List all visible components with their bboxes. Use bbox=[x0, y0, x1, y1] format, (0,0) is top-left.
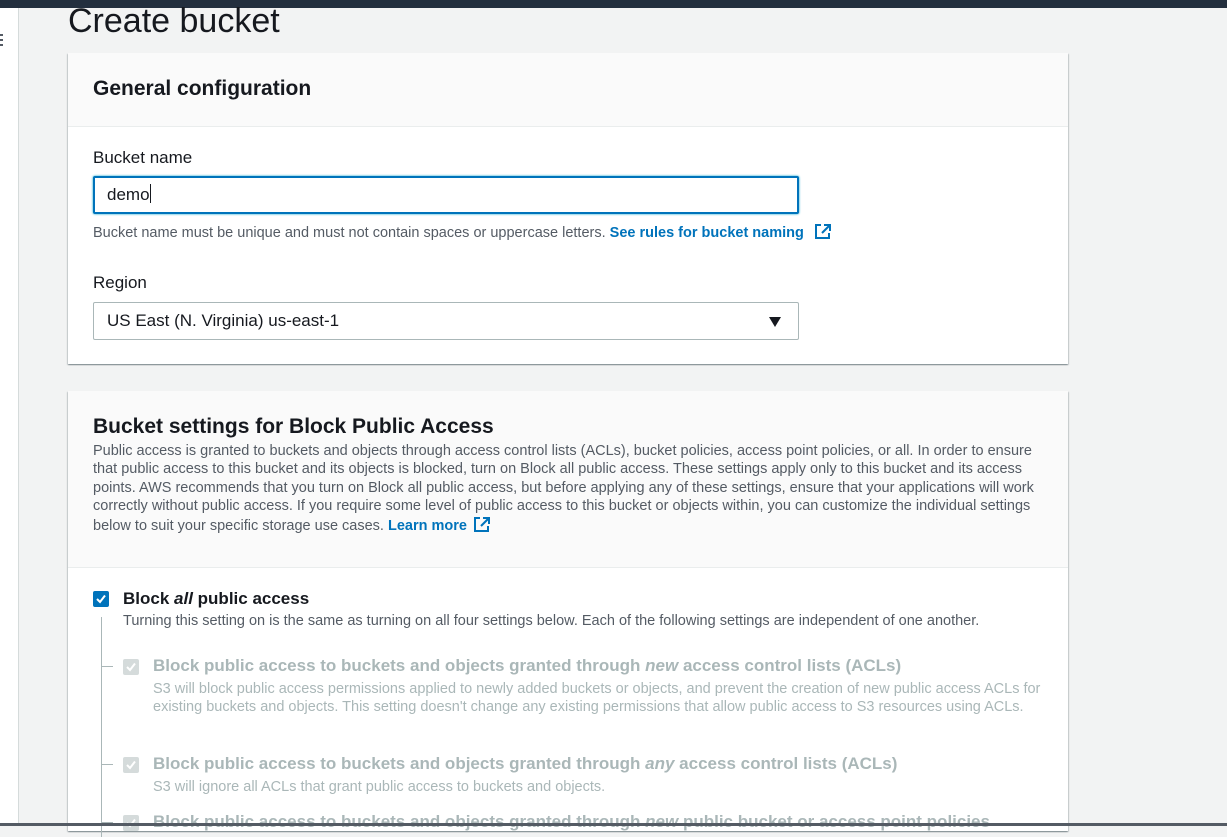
option-label-prefix: Block public access to buckets and objec… bbox=[153, 656, 646, 675]
option-label-prefix: Block public access to buckets and objec… bbox=[153, 812, 646, 831]
block-all-public-access-checkbox[interactable] bbox=[93, 591, 109, 607]
option-label-suffix: access control lists (ACLs) bbox=[674, 754, 898, 773]
block-public-access-description-text: Public access is granted to buckets and … bbox=[93, 443, 1034, 534]
caret-down-icon bbox=[769, 317, 781, 327]
hamburger-menu-icon[interactable] bbox=[0, 34, 5, 50]
tree-branch bbox=[101, 764, 113, 765]
text-cursor bbox=[149, 184, 151, 203]
region-selected-value: US East (N. Virginia) us-east-1 bbox=[107, 311, 340, 330]
block-public-access-header: Bucket settings for Block Public Access … bbox=[68, 391, 1068, 568]
block-new-acls-label[interactable]: Block public access to buckets and objec… bbox=[153, 655, 901, 677]
option-label-emphasis: new bbox=[645, 812, 679, 831]
bucket-name-input[interactable]: demo bbox=[93, 176, 799, 214]
tree-branch bbox=[101, 666, 113, 667]
block-any-acls-label[interactable]: Block public access to buckets and objec… bbox=[153, 753, 897, 775]
block-all-public-access-label[interactable]: Block all public access bbox=[123, 588, 309, 610]
block-all-label-prefix: Block bbox=[123, 589, 175, 608]
side-navigation-rail bbox=[0, 8, 19, 826]
block-any-acls-description: S3 will ignore all ACLs that grant publi… bbox=[153, 779, 606, 795]
external-link-icon[interactable] bbox=[473, 516, 491, 533]
option-label-suffix: public bucket or access point policies bbox=[678, 812, 990, 831]
external-link-icon[interactable] bbox=[814, 223, 832, 240]
checkmark-icon bbox=[126, 662, 136, 672]
option-label-emphasis: any bbox=[645, 754, 675, 773]
bucket-naming-rules-link[interactable]: See rules for bucket naming bbox=[610, 225, 804, 241]
region-select[interactable]: US East (N. Virginia) us-east-1 bbox=[93, 302, 799, 340]
settings-tree-line bbox=[101, 617, 102, 837]
general-configuration-header: General configuration bbox=[68, 53, 1068, 127]
region-label: Region bbox=[93, 273, 147, 292]
bucket-name-help-text: Bucket name must be unique and must not … bbox=[93, 225, 606, 241]
checkmark-icon bbox=[96, 594, 106, 604]
checkmark-icon bbox=[126, 760, 136, 770]
bucket-name-value: demo bbox=[107, 185, 150, 204]
block-all-public-access-description: Turning this setting on is the same as t… bbox=[123, 613, 980, 629]
option-label-prefix: Block public access to buckets and objec… bbox=[153, 754, 646, 773]
block-public-access-panel: Bucket settings for Block Public Access … bbox=[68, 391, 1068, 837]
bucket-name-label: Bucket name bbox=[93, 148, 193, 167]
block-new-policies-label[interactable]: Block public access to buckets and objec… bbox=[153, 811, 990, 833]
block-any-acls-checkbox[interactable] bbox=[123, 757, 139, 773]
learn-more-link[interactable]: Learn more bbox=[388, 518, 467, 534]
block-all-label-suffix: public access bbox=[192, 589, 310, 608]
block-all-label-emphasis: all bbox=[174, 589, 193, 608]
block-public-access-description: Public access is granted to buckets and … bbox=[93, 442, 1053, 535]
general-configuration-heading: General configuration bbox=[93, 77, 312, 100]
general-configuration-panel: General configuration Bucket name demo B… bbox=[68, 53, 1068, 364]
bucket-name-help: Bucket name must be unique and must not … bbox=[93, 223, 832, 242]
option-label-emphasis: new bbox=[645, 656, 679, 675]
page-title: Create bucket bbox=[68, 2, 280, 40]
option-label-suffix: access control lists (ACLs) bbox=[678, 656, 902, 675]
block-new-acls-checkbox[interactable] bbox=[123, 659, 139, 675]
block-new-acls-description: S3 will block public access permissions … bbox=[153, 681, 1041, 716]
block-public-access-heading: Bucket settings for Block Public Access bbox=[93, 415, 494, 438]
